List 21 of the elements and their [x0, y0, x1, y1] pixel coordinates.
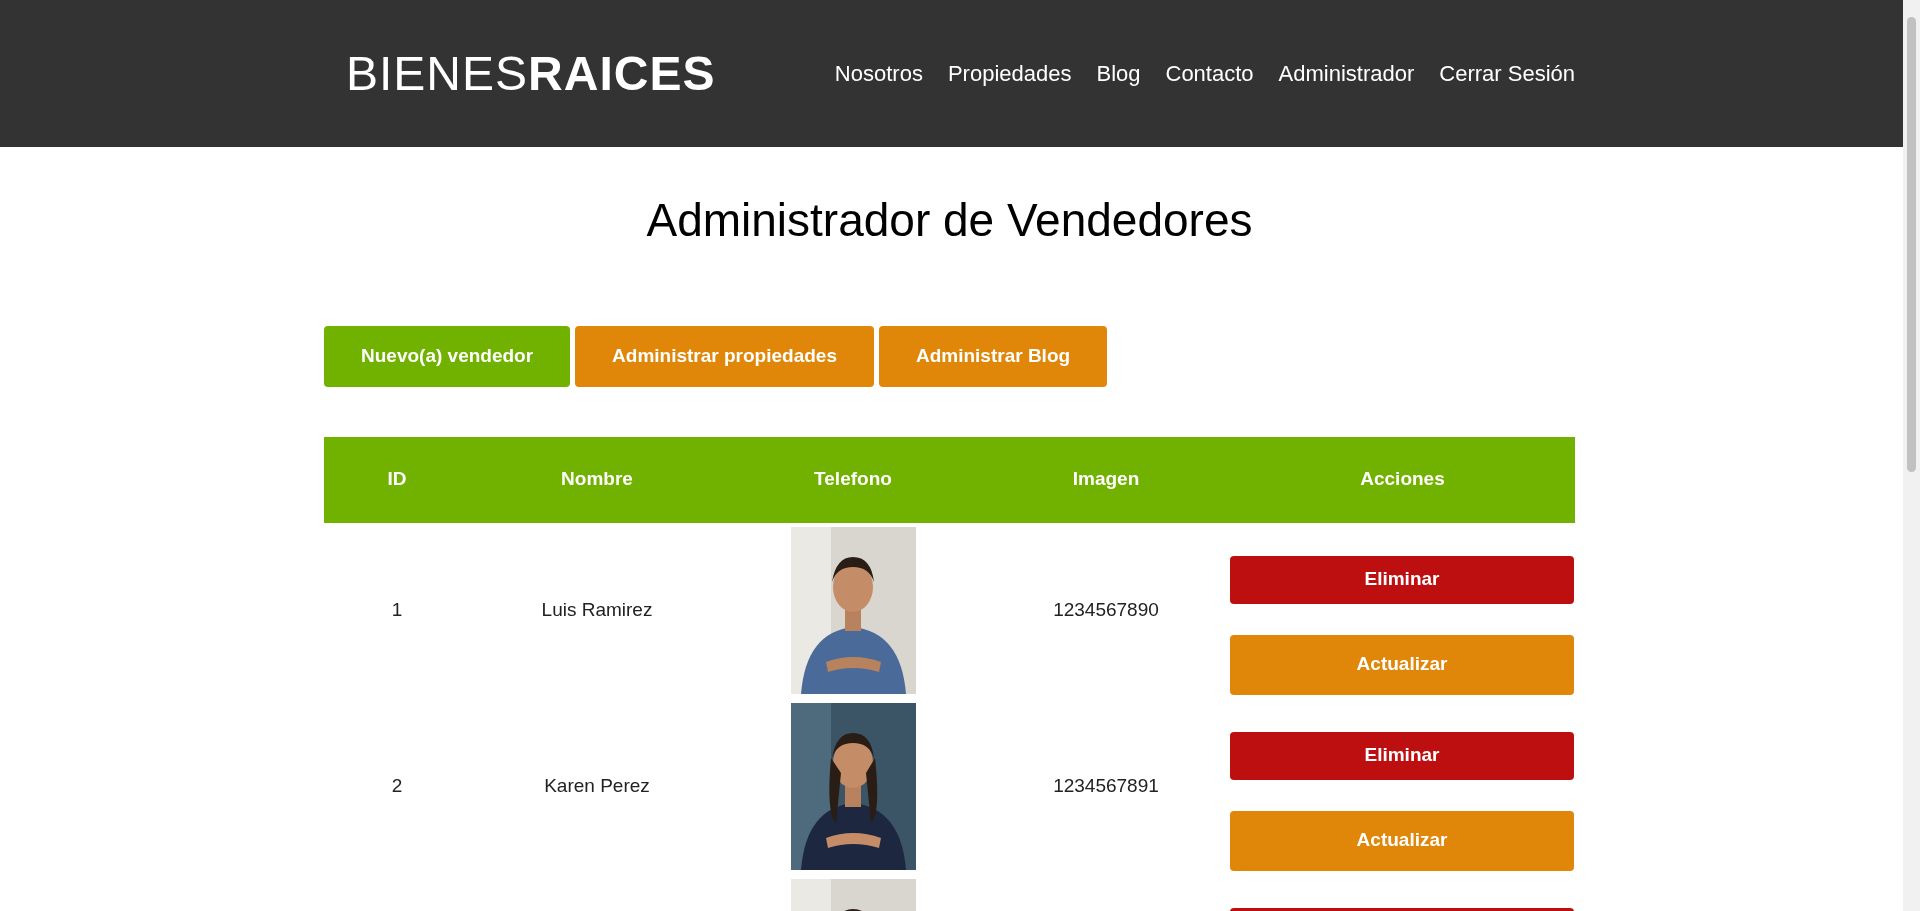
delete-button[interactable]: Eliminar	[1230, 731, 1574, 780]
column-header: Nombre	[560, 467, 634, 492]
column-header: Imagen	[1071, 467, 1141, 492]
column-header: Acciones	[1359, 467, 1446, 492]
table-cell: 1234567890	[1053, 599, 1159, 621]
column-header: ID	[386, 467, 408, 492]
nav-link[interactable]: Cerrar Sesión	[1439, 57, 1575, 90]
table-cell: 1	[391, 599, 403, 621]
column-header: Telefono	[813, 467, 893, 492]
page-title: Administrador de Vendedores	[645, 193, 1254, 248]
nav-link[interactable]: Administrador	[1278, 57, 1415, 90]
table-cell: Karen Perez	[544, 775, 650, 797]
delete-button[interactable]: Eliminar	[1230, 555, 1574, 604]
nav-link[interactable]: Blog	[1096, 57, 1141, 90]
table-cell: 2	[391, 775, 403, 797]
nav-link[interactable]: Nosotros	[834, 57, 923, 90]
table-cell: 1234567891	[1053, 775, 1159, 797]
table-cell: Luis Ramirez	[541, 599, 653, 621]
nav-link[interactable]: Contacto	[1165, 57, 1254, 90]
nav-link[interactable]: Propiedades	[947, 57, 1072, 90]
logo[interactable]: BIENESRAICES	[346, 49, 716, 98]
